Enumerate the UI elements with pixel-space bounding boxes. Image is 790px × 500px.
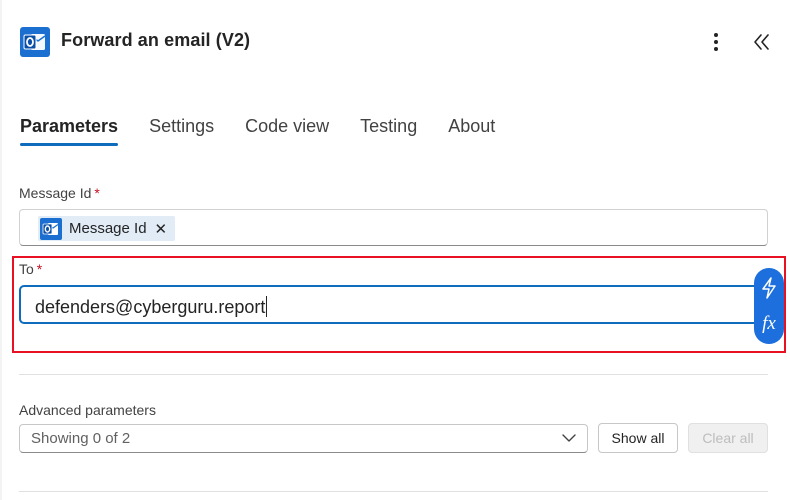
advanced-parameters-dropdown[interactable]: Showing 0 of 2: [19, 424, 588, 453]
required-mark: *: [36, 261, 43, 277]
to-label-text: To: [19, 261, 34, 277]
fx-icon: fx: [762, 313, 776, 334]
message-id-token-label: Message Id: [69, 220, 147, 237]
to-label: To *: [19, 261, 42, 277]
tab-testing[interactable]: Testing: [360, 108, 417, 148]
chevron-down-icon: [562, 434, 576, 442]
outlook-icon: [40, 217, 62, 240]
close-icon[interactable]: ✕: [155, 220, 168, 238]
advanced-parameters-label: Advanced parameters: [19, 402, 156, 418]
text-caret: [266, 296, 268, 317]
to-input-value: defenders@cyberguru.report: [35, 297, 266, 317]
tab-code-view[interactable]: Code view: [245, 108, 329, 148]
message-id-label-text: Message Id: [19, 185, 92, 201]
to-input[interactable]: defenders@cyberguru.report: [19, 285, 782, 324]
message-id-token[interactable]: Message Id ✕: [38, 216, 176, 241]
page-title: Forward an email (V2): [61, 30, 251, 50]
clear-all-button[interactable]: Clear all: [688, 423, 768, 453]
tab-bar: Parameters Settings Code view Testing Ab…: [20, 108, 526, 154]
panel-header: Forward an email (V2): [0, 0, 790, 84]
tab-settings[interactable]: Settings: [149, 108, 214, 148]
more-vertical-icon: [714, 33, 718, 37]
advanced-parameters-value: Showing 0 of 2: [31, 430, 131, 447]
chevron-double-left-icon[interactable]: [748, 26, 776, 58]
insert-content-pill: fx: [754, 268, 784, 344]
tab-parameters[interactable]: Parameters: [20, 108, 119, 148]
show-all-button[interactable]: Show all: [598, 423, 678, 453]
section-divider: [19, 374, 768, 375]
tab-about[interactable]: About: [448, 108, 495, 148]
lightning-icon: [762, 277, 776, 299]
message-id-label: Message Id *: [19, 185, 100, 201]
required-mark: *: [94, 185, 100, 201]
section-divider: [19, 491, 768, 492]
dynamic-content-button[interactable]: [754, 271, 784, 305]
outlook-icon: [20, 27, 50, 57]
message-id-field[interactable]: Message Id ✕: [19, 209, 768, 246]
more-options-button[interactable]: [700, 26, 732, 58]
expression-button[interactable]: fx: [754, 307, 784, 341]
